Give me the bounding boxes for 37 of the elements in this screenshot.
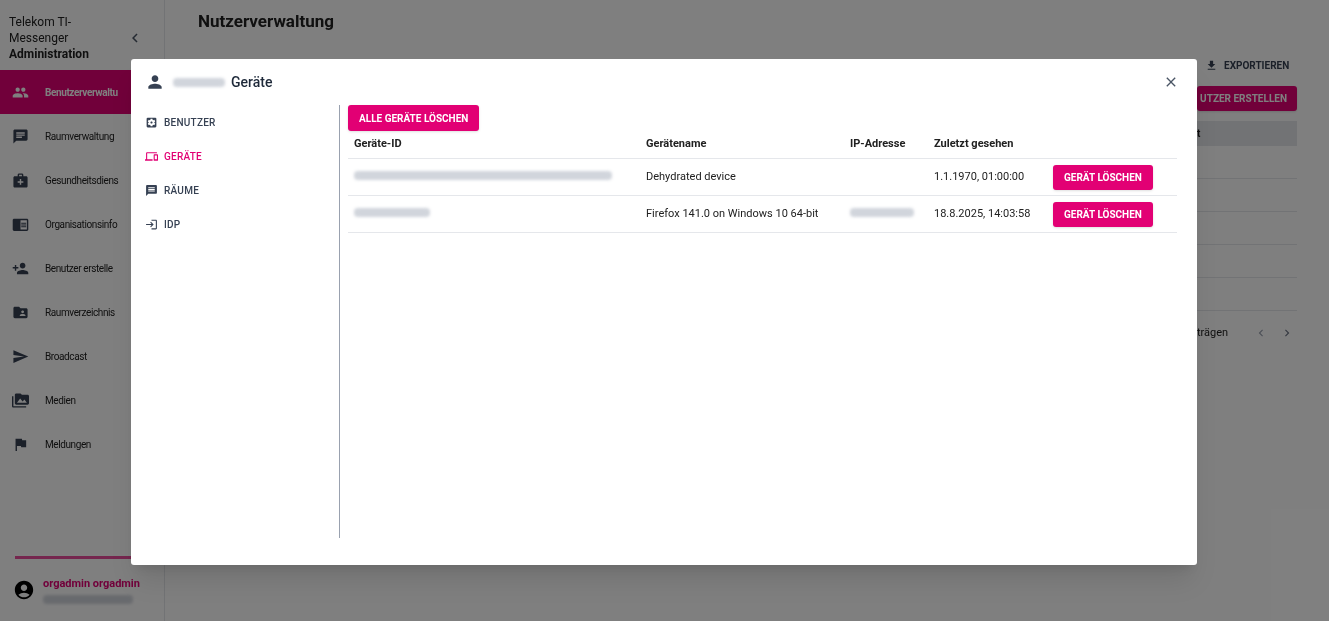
column-header: Geräte-ID (353, 136, 403, 153)
column-header: Gerätename (646, 136, 708, 153)
redacted-text (850, 207, 914, 217)
app-subtitle: Administration (9, 45, 89, 63)
export-button[interactable]: EXPORTIEREN (1197, 53, 1297, 77)
images-icon (12, 391, 29, 409)
sidebar-item[interactable]: Meldungen (0, 422, 164, 466)
table-cell-text: 18.8.2025, 14:03:58 (934, 205, 1032, 222)
table-header: t (1197, 121, 1297, 146)
table-cell-text: Firefox 141.0 on Windows 10 64-bit (646, 205, 820, 222)
app-title: Telekom TI-Messenger (9, 13, 73, 46)
sidebar-item[interactable]: Medien (0, 378, 164, 422)
create-user-button[interactable]: UTZER ERSTELLEN (1197, 86, 1297, 111)
table-cell-text: Dehydrated device (646, 168, 737, 185)
user-name: orgadmin orgadmin (43, 576, 140, 593)
column-header: Zuletzt gesehen (934, 136, 1015, 153)
delete-device-button[interactable]: GERÄT LÖSCHEN (1053, 201, 1153, 227)
gear-icon (145, 115, 158, 129)
medical-kit-icon (12, 171, 29, 189)
sidebar-item[interactable]: Raumverzeichnis (0, 290, 164, 334)
dialog-title: Geräte (231, 72, 273, 92)
send-icon (12, 347, 29, 365)
login-icon (145, 217, 158, 231)
avatar-icon[interactable] (13, 579, 35, 601)
delete-all-devices-button[interactable]: ALLE GERÄTE LÖSCHEN (348, 105, 480, 131)
download-icon (1205, 58, 1218, 72)
delete-device-button[interactable]: GERÄT LÖSCHEN (1053, 164, 1153, 190)
table-cell-text: 1.1.1970, 01:00:00 (934, 168, 1026, 185)
column-header: IP-Adresse (850, 136, 907, 153)
sidebar-item[interactable]: Benutzer erstelle (0, 246, 164, 290)
message-icon (145, 183, 158, 197)
chat-icon (12, 127, 29, 145)
pagination-text: trägen (1197, 324, 1229, 341)
devices-icon (145, 149, 158, 163)
redacted-text (173, 78, 225, 87)
page-title: Nutzerverwaltung (198, 10, 335, 33)
sidebar-item[interactable]: Broadcast (0, 334, 164, 378)
